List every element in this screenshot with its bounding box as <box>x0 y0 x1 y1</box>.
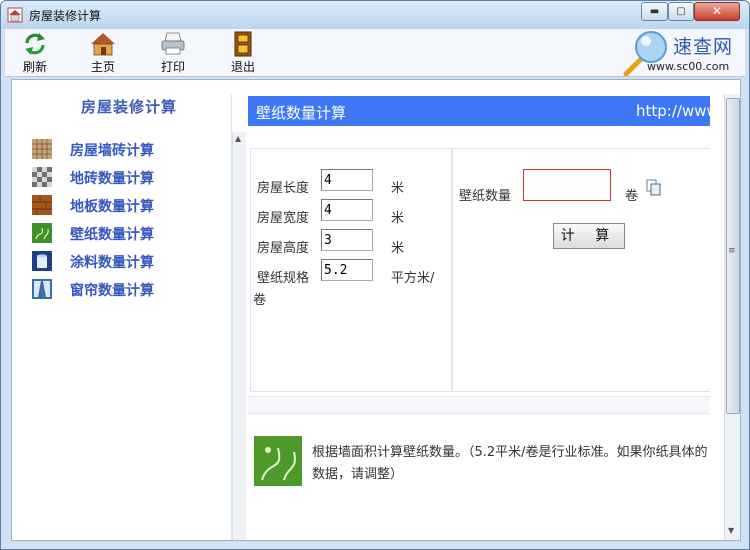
sidebar: 房屋装修计算 房屋墙砖计算 地砖数量计算 地板数量计算 壁纸数量计算 涂料数量计… <box>26 94 232 540</box>
width-label: 房屋宽度 <box>257 211 310 226</box>
spec-unit-wrap: 卷 <box>253 293 267 308</box>
main-scrollbar[interactable]: ≡ ▼ <box>724 94 740 540</box>
close-button[interactable]: ✕ <box>694 2 740 21</box>
sidebar-item-floor-tile[interactable]: 地砖数量计算 <box>32 166 222 188</box>
sidebar-item-wall-tile[interactable]: 房屋墙砖计算 <box>32 138 222 160</box>
logo-url: www.sc00.com <box>647 60 730 73</box>
printer-icon <box>161 32 185 55</box>
site-logo[interactable]: 速查网 www.sc00.com <box>617 29 745 77</box>
sidebar-item-label: 壁纸数量计算 <box>70 227 154 243</box>
refresh-label: 刷新 <box>22 60 47 74</box>
sidebar-scrollbar[interactable]: ▲ <box>232 132 246 540</box>
page-title: 壁纸数量计算 <box>256 104 347 122</box>
checker-tile-icon <box>32 167 52 187</box>
sidebar-item-wood-floor[interactable]: 地板数量计算 <box>32 194 222 216</box>
scroll-grip-icon: ≡ <box>728 246 736 256</box>
result-label: 壁纸数量 <box>459 189 512 204</box>
toolbar: 刷新 主页 打印 退出 速查网 www.sc00.com <box>5 29 745 77</box>
close-icon: ✕ <box>711 4 723 18</box>
header-url[interactable]: http://www <box>636 102 710 120</box>
sidebar-item-label: 窗帘数量计算 <box>70 283 154 299</box>
refresh-icon <box>25 33 45 55</box>
length-unit: 米 <box>391 181 405 196</box>
window-title: 房屋装修计算 <box>29 9 102 23</box>
scroll-down-icon: ▼ <box>728 526 735 535</box>
sidebar-item-label: 涂料数量计算 <box>70 255 154 271</box>
note-separator <box>248 396 710 414</box>
sidebar-item-paint[interactable]: 涂料数量计算 <box>32 250 222 272</box>
content-frame: 房屋装修计算 房屋墙砖计算 地砖数量计算 地板数量计算 壁纸数量计算 涂料数量计… <box>11 79 741 541</box>
home-button[interactable]: 主页 <box>75 31 131 75</box>
scroll-up-icon: ▲ <box>235 134 242 143</box>
sidebar-item-label: 房屋墙砖计算 <box>70 143 154 159</box>
exit-label: 退出 <box>230 60 255 74</box>
app-window: 房屋装修计算 ▬ ▢ ✕ 刷新 主页 打印 退出 速查网 www.sc00.co… <box>0 0 750 550</box>
main-panel: 壁纸数量计算 http://www 房屋长度 米 房屋宽度 米 房屋高度 米 壁… <box>248 96 710 540</box>
copy-icon[interactable] <box>645 179 663 197</box>
paint-bucket-icon <box>32 251 52 271</box>
height-input[interactable] <box>321 229 373 251</box>
height-label: 房屋高度 <box>257 241 310 256</box>
print-label: 打印 <box>160 60 185 74</box>
spec-input[interactable] <box>321 259 373 281</box>
print-button[interactable]: 打印 <box>145 31 201 75</box>
sidebar-item-curtain[interactable]: 窗帘数量计算 <box>32 278 222 300</box>
result-panel: 壁纸数量 卷 计 算 <box>452 148 710 392</box>
minimize-button[interactable]: ▬ <box>641 2 668 21</box>
scrollbar-thumb[interactable] <box>726 98 740 414</box>
result-field[interactable] <box>523 169 611 201</box>
house-app-icon <box>7 7 23 23</box>
spec-unit: 平方米/ <box>391 271 435 286</box>
result-unit: 卷 <box>625 189 639 204</box>
note-text: 根据墙面积计算壁纸数量。（5.2平米/卷是行业标准。如果你纸具体的数据，请调整） <box>312 445 708 482</box>
sidebar-item-label: 地板数量计算 <box>70 199 154 215</box>
title-bar: 房屋装修计算 ▬ ▢ ✕ <box>1 1 749 29</box>
calculate-button[interactable]: 计 算 <box>553 223 625 249</box>
home-icon <box>91 33 115 56</box>
sidebar-item-wallpaper[interactable]: 壁纸数量计算 <box>32 222 222 244</box>
wallpaper-icon <box>32 223 52 243</box>
brick-wall-icon <box>32 139 52 159</box>
sidebar-item-label: 地砖数量计算 <box>70 171 154 187</box>
width-input[interactable] <box>321 199 373 221</box>
home-label: 主页 <box>90 60 115 74</box>
spec-label: 壁纸规格 <box>257 271 310 286</box>
wood-floor-icon <box>32 195 52 215</box>
curtain-icon <box>32 279 52 299</box>
exit-door-icon <box>234 31 252 57</box>
width-unit: 米 <box>391 211 405 226</box>
main-header: 壁纸数量计算 http://www <box>248 96 710 126</box>
length-label: 房屋长度 <box>257 181 310 196</box>
input-panel: 房屋长度 米 房屋宽度 米 房屋高度 米 壁纸规格 平方米/ 卷 <box>250 148 452 392</box>
refresh-button[interactable]: 刷新 <box>7 31 63 75</box>
wallpaper-sample-icon <box>254 436 302 486</box>
maximize-button[interactable]: ▢ <box>668 2 694 21</box>
height-unit: 米 <box>391 241 405 256</box>
logo-title: 速查网 <box>673 36 734 58</box>
exit-button[interactable]: 退出 <box>215 31 271 75</box>
sidebar-title: 房屋装修计算 <box>80 98 177 116</box>
length-input[interactable] <box>321 169 373 191</box>
maximize-icon: ▢ <box>676 6 686 17</box>
minimize-icon: ▬ <box>649 6 660 17</box>
